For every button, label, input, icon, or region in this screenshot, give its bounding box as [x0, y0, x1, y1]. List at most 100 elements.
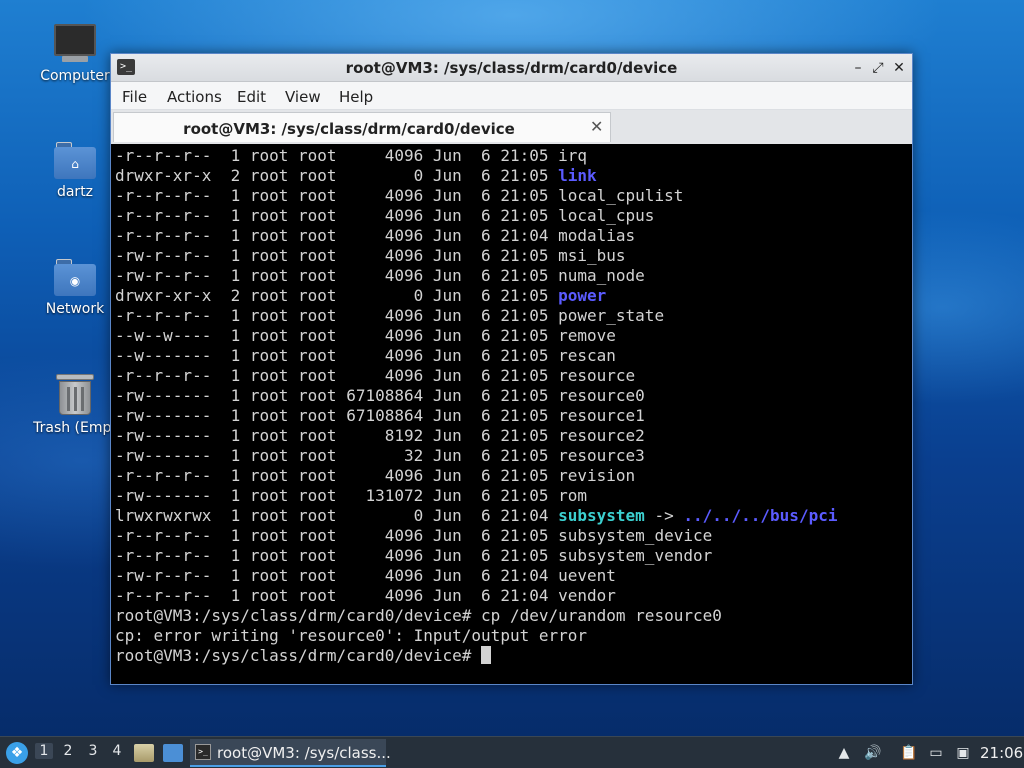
listing-filename: resource2 — [558, 426, 645, 445]
desktop-icon-trash[interactable]: Trash (Empt — [27, 374, 123, 436]
workspace-3[interactable]: 3 — [84, 743, 102, 759]
volume-icon[interactable]: 🔊 — [864, 745, 881, 761]
desktop-icon-label: Network — [45, 301, 105, 317]
listing-row: -rw------- 1 root root 67108864 Jun 6 21… — [115, 386, 910, 406]
update-icon[interactable]: ▣ — [955, 745, 971, 761]
listing-row: --w--w---- 1 root root 4096 Jun 6 21:05 … — [115, 326, 910, 346]
listing-filename: local_cpulist — [558, 186, 684, 205]
home-folder-icon: ⌂ — [54, 142, 96, 180]
listing-meta: lrwxrwxrwx 1 root root 0 Jun 6 21:04 — [115, 506, 559, 525]
listing-filename: power_state — [558, 306, 665, 325]
prompt-line[interactable]: root@VM3:/sys/class/drm/card0/device# — [115, 646, 910, 666]
menubar: File Actions Edit View Help — [111, 82, 912, 110]
listing-row: -rw------- 1 root root 67108864 Jun 6 21… — [115, 406, 910, 426]
listing-meta: -r--r--r-- 1 root root 4096 Jun 6 21:05 — [115, 306, 559, 325]
clock[interactable]: 21:06 — [980, 744, 1023, 762]
terminal-output[interactable]: -r--r--r-- 1 root root 4096 Jun 6 21:05 … — [115, 146, 910, 682]
close-button[interactable]: ✕ — [889, 58, 909, 78]
listing-row: -r--r--r-- 1 root root 4096 Jun 6 21:05 … — [115, 206, 910, 226]
listing-meta: -r--r--r-- 1 root root 4096 Jun 6 21:05 — [115, 206, 559, 225]
listing-row: -r--r--r-- 1 root root 4096 Jun 6 21:05 … — [115, 186, 910, 206]
listing-meta: -r--r--r-- 1 root root 4096 Jun 6 21:05 — [115, 186, 559, 205]
listing-row: -rw-r--r-- 1 root root 4096 Jun 6 21:05 … — [115, 246, 910, 266]
listing-filename: power — [558, 286, 607, 305]
listing-filename: msi_bus — [558, 246, 626, 265]
listing-row: -r--r--r-- 1 root root 4096 Jun 6 21:05 … — [115, 546, 910, 566]
menu-actions[interactable]: Actions — [167, 88, 222, 106]
desktop-icon-label: Computer — [40, 68, 110, 84]
listing-filename: subsystem — [558, 506, 645, 525]
listing-meta: -r--r--r-- 1 root root 4096 Jun 6 21:05 — [115, 546, 559, 565]
listing-filename: modalias — [558, 226, 636, 245]
desktop-icon-label: Trash (Empt — [33, 420, 117, 436]
workspace-1[interactable]: 1 — [35, 743, 53, 759]
desktop-icon-dartz[interactable]: ⌂ dartz — [27, 142, 123, 200]
tab-bar: root@VM3: /sys/class/drm/card0/device ✕ — [111, 110, 912, 144]
menu-file[interactable]: File — [122, 88, 147, 106]
listing-filename: resource — [558, 366, 636, 385]
listing-meta: -rw------- 1 root root 67108864 Jun 6 21… — [115, 386, 559, 405]
menu-view[interactable]: View — [285, 88, 321, 106]
listing-meta: -r--r--r-- 1 root root 4096 Jun 6 21:05 — [115, 526, 559, 545]
listing-filename: subsystem_device — [558, 526, 713, 545]
listing-meta: -rw-r--r-- 1 root root 4096 Jun 6 21:05 — [115, 246, 559, 265]
network-status-icon[interactable]: ▭ — [928, 745, 944, 761]
terminal-task-icon: >_ — [195, 744, 211, 760]
tab-title: root@VM3: /sys/class/drm/card0/device — [183, 120, 515, 138]
workspace-2[interactable]: 2 — [59, 743, 77, 759]
listing-meta: -r--r--r-- 1 root root 4096 Jun 6 21:04 — [115, 586, 559, 605]
workspace-4[interactable]: 4 — [108, 743, 126, 759]
listing-meta: -r--r--r-- 1 root root 4096 Jun 6 21:05 — [115, 466, 559, 485]
window-title: root@VM3: /sys/class/drm/card0/device — [345, 59, 678, 77]
desktop-icon-computer[interactable]: Computer — [27, 24, 123, 84]
listing-row: drwxr-xr-x 2 root root 0 Jun 6 21:05 lin… — [115, 166, 910, 186]
text-cursor — [481, 646, 492, 664]
show-desktop-icon[interactable] — [163, 744, 183, 762]
link-target: ../../../bus/pci — [683, 506, 838, 525]
listing-meta: --w--w---- 1 root root 4096 Jun 6 21:05 — [115, 326, 559, 345]
listing-meta: -rw------- 1 root root 32 Jun 6 21:05 — [115, 446, 559, 465]
listing-filename: revision — [558, 466, 636, 485]
listing-meta: -rw-r--r-- 1 root root 4096 Jun 6 21:05 — [115, 266, 559, 285]
window-titlebar[interactable]: >_ root@VM3: /sys/class/drm/card0/device… — [111, 54, 912, 82]
listing-filename: resource3 — [558, 446, 645, 465]
taskbar: ❖ 1 2 3 4 >_ root@VM3: /sys/class... ▲ 🔊… — [0, 736, 1024, 768]
listing-row: -r--r--r-- 1 root root 4096 Jun 6 21:04 … — [115, 226, 910, 246]
clipboard-icon[interactable]: 📋 — [900, 745, 917, 761]
listing-meta: -rw------- 1 root root 8192 Jun 6 21:05 — [115, 426, 559, 445]
tab-close-icon[interactable]: ✕ — [590, 117, 603, 136]
task-label: root@VM3: /sys/class... — [217, 744, 391, 762]
directory-listing: -r--r--r-- 1 root root 4096 Jun 6 21:05 … — [115, 146, 910, 606]
listing-filename: irq — [558, 146, 588, 165]
listing-row: -rw------- 1 root root 8192 Jun 6 21:05 … — [115, 426, 910, 446]
start-menu-icon[interactable]: ❖ — [6, 742, 28, 764]
listing-meta: -rw------- 1 root root 67108864 Jun 6 21… — [115, 406, 559, 425]
listing-filename: uevent — [558, 566, 616, 585]
notification-icon[interactable]: ▲ — [836, 745, 852, 761]
listing-meta: drwxr-xr-x 2 root root 0 Jun 6 21:05 — [115, 166, 559, 185]
error-line: cp: error writing 'resource0': Input/out… — [115, 626, 588, 645]
listing-row: -r--r--r-- 1 root root 4096 Jun 6 21:05 … — [115, 366, 910, 386]
listing-meta: -r--r--r-- 1 root root 4096 Jun 6 21:05 — [115, 146, 559, 165]
listing-row: -r--r--r-- 1 root root 4096 Jun 6 21:05 … — [115, 146, 910, 166]
file-manager-launcher-icon[interactable] — [134, 744, 154, 762]
listing-row: -r--r--r-- 1 root root 4096 Jun 6 21:04 … — [115, 586, 910, 606]
menu-edit[interactable]: Edit — [237, 88, 266, 106]
menu-help[interactable]: Help — [339, 88, 373, 106]
link-arrow: -> — [644, 506, 684, 525]
terminal-window[interactable]: >_ root@VM3: /sys/class/drm/card0/device… — [110, 53, 913, 685]
desktop-icon-network[interactable]: ◉ Network — [27, 259, 123, 317]
desktop-icon-label: dartz — [56, 184, 94, 200]
minimize-button[interactable]: – — [848, 58, 868, 78]
terminal-tab[interactable]: root@VM3: /sys/class/drm/card0/device ✕ — [113, 112, 611, 142]
listing-meta: -r--r--r-- 1 root root 4096 Jun 6 21:04 — [115, 226, 559, 245]
listing-row: -rw-r--r-- 1 root root 4096 Jun 6 21:05 … — [115, 266, 910, 286]
taskbar-task-terminal[interactable]: >_ root@VM3: /sys/class... — [190, 739, 391, 767]
listing-row: -r--r--r-- 1 root root 4096 Jun 6 21:05 … — [115, 526, 910, 546]
listing-filename: local_cpus — [558, 206, 655, 225]
listing-filename: link — [558, 166, 597, 185]
listing-meta: --w------- 1 root root 4096 Jun 6 21:05 — [115, 346, 559, 365]
maximize-button[interactable]: ⤢ — [868, 58, 888, 78]
listing-filename: remove — [558, 326, 616, 345]
listing-filename: resource1 — [558, 406, 645, 425]
